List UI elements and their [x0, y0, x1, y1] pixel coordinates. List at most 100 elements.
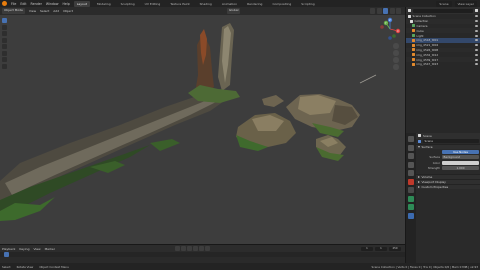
menu-window[interactable]: Window — [46, 2, 59, 6]
tab-modeling[interactable]: Modeling — [94, 1, 114, 7]
navigation-gizmo[interactable]: X Y Z — [378, 17, 402, 41]
small-rock-mesh — [316, 135, 346, 161]
scene-tab-icon[interactable] — [408, 170, 414, 176]
surface-dropdown[interactable]: Background — [442, 155, 479, 160]
physics-tab-icon[interactable] — [408, 204, 414, 210]
view-layer-selector[interactable]: View Layer — [454, 0, 477, 7]
render-tab-icon[interactable] — [408, 144, 414, 151]
orientation-dropdown[interactable]: Global — [226, 8, 241, 14]
tab-sculpting[interactable]: Sculpting — [118, 1, 138, 7]
visibility-eye-icon[interactable] — [475, 15, 478, 18]
tree-stumps-mesh — [188, 23, 240, 103]
next-keyframe-icon[interactable] — [199, 246, 204, 251]
menu-select[interactable]: Select — [40, 9, 49, 13]
strength-field[interactable]: 1.000 — [442, 166, 479, 171]
status-rotate: Rotate View — [16, 264, 34, 269]
3d-viewport[interactable]: X Y Z — [0, 15, 405, 244]
visibility-eye-icon[interactable] — [475, 39, 478, 42]
collapse-icon — [418, 176, 420, 178]
material-shading-icon[interactable] — [389, 8, 395, 14]
menu-render[interactable]: Render — [31, 2, 42, 6]
menu-keying[interactable]: Keying — [19, 247, 29, 251]
visibility-eye-icon[interactable] — [475, 48, 478, 51]
visibility-eye-icon[interactable] — [475, 58, 478, 61]
filter-icon[interactable] — [475, 9, 478, 12]
tab-scripting[interactable]: Scripting — [298, 1, 317, 7]
collapse-icon — [418, 186, 420, 188]
tab-uv-editing[interactable]: UV Editing — [142, 1, 164, 7]
camera-view-icon[interactable] — [393, 57, 399, 63]
outliner-editor-icon[interactable] — [408, 9, 411, 12]
visibility-eye-icon[interactable] — [475, 24, 478, 27]
scene-selector[interactable]: Scene — [436, 0, 452, 7]
outliner-item-label: Light — [416, 33, 424, 38]
gizmo-z-label: Z — [389, 18, 391, 22]
zoom-icon[interactable] — [393, 43, 399, 49]
menu-object[interactable]: Object — [63, 9, 73, 13]
rendered-shading-icon[interactable] — [396, 8, 401, 14]
tab-texture-paint[interactable]: Texture Paint — [167, 1, 192, 7]
outliner-item-label: img_4539_t017 — [416, 57, 439, 62]
modifier-tab-icon[interactable] — [408, 195, 414, 202]
visibility-eye-icon[interactable] — [475, 20, 478, 23]
menu-view-timeline[interactable]: View — [33, 247, 40, 251]
timeline-panel: Playback Keying View Marker 1 1 250 — [0, 244, 405, 264]
xray-toggle-icon[interactable] — [376, 8, 382, 14]
end-frame-field[interactable]: 250 — [389, 246, 401, 251]
outliner-item-label: img_4532_t012 — [416, 52, 439, 57]
color-swatch[interactable] — [442, 160, 479, 165]
properties-panel: Scene Scene Surface Use Nodes Surface Ba… — [405, 133, 480, 270]
visibility-eye-icon[interactable] — [475, 53, 478, 56]
tab-rendering[interactable]: Rendering — [244, 1, 265, 7]
overlay-toggle-icon[interactable] — [370, 8, 375, 14]
jump-end-icon[interactable] — [205, 246, 210, 251]
menu-playback[interactable]: Playback — [2, 247, 15, 251]
section-custom-properties[interactable]: Custom Properties — [416, 184, 480, 189]
visibility-eye-icon[interactable] — [475, 63, 478, 66]
tab-animation[interactable]: Animation — [219, 1, 240, 7]
view-layer-tab-icon[interactable] — [408, 161, 414, 168]
menu-marker[interactable]: Marker — [45, 247, 55, 251]
play-reverse-icon[interactable] — [187, 246, 192, 251]
search-icon[interactable] — [418, 134, 421, 138]
perspective-toggle-icon[interactable] — [393, 64, 399, 70]
object-type-icon — [412, 62, 415, 66]
outliner-item-label: img_4526_t008 — [416, 47, 439, 52]
solid-shading-icon[interactable] — [383, 8, 388, 14]
color-row: Color — [416, 160, 480, 166]
use-nodes-button[interactable]: Use Nodes — [442, 149, 479, 154]
viewport-header: Object Mode View Select Add Object Globa… — [0, 7, 405, 15]
current-frame-field[interactable]: 1 — [361, 246, 373, 251]
visibility-eye-icon[interactable] — [475, 29, 478, 32]
output-tab-icon[interactable] — [408, 153, 414, 159]
mode-dropdown[interactable]: Object Mode — [2, 8, 25, 14]
tab-shading[interactable]: Shading — [197, 1, 215, 7]
tool-tab-icon[interactable] — [408, 136, 414, 142]
jump-start-icon[interactable] — [175, 246, 180, 251]
menu-file[interactable]: File — [11, 2, 16, 6]
object-tab-icon[interactable] — [408, 187, 414, 193]
properties-title: Scene — [423, 133, 432, 138]
blender-logo-icon[interactable] — [2, 1, 7, 6]
outliner-item[interactable]: img_4547_t023 — [406, 62, 480, 67]
world-name-field[interactable]: Scene — [423, 139, 479, 144]
axis-gizmo-icon[interactable]: X Y Z — [378, 17, 402, 41]
tab-compositing[interactable]: Compositing — [269, 1, 294, 7]
menu-view[interactable]: View — [29, 9, 36, 13]
visibility-eye-icon[interactable] — [475, 34, 478, 37]
prev-keyframe-icon[interactable] — [181, 246, 186, 251]
visibility-eye-icon[interactable] — [475, 44, 478, 47]
start-frame-field[interactable]: 1 — [375, 246, 387, 251]
play-icon[interactable] — [193, 246, 198, 251]
menu-edit[interactable]: Edit — [20, 2, 26, 6]
pan-hand-icon[interactable] — [393, 50, 399, 56]
outliner-search-input[interactable] — [413, 8, 473, 13]
fallen-log-mesh — [0, 89, 230, 221]
menu-add[interactable]: Add — [53, 9, 59, 13]
expand-icon — [418, 146, 420, 148]
tab-layout[interactable]: Layout — [73, 0, 90, 7]
world-tab-icon[interactable] — [408, 178, 414, 185]
color-label: Color — [432, 160, 440, 165]
menu-help[interactable]: Help — [62, 2, 69, 6]
constraints-tab-icon[interactable] — [408, 212, 414, 219]
